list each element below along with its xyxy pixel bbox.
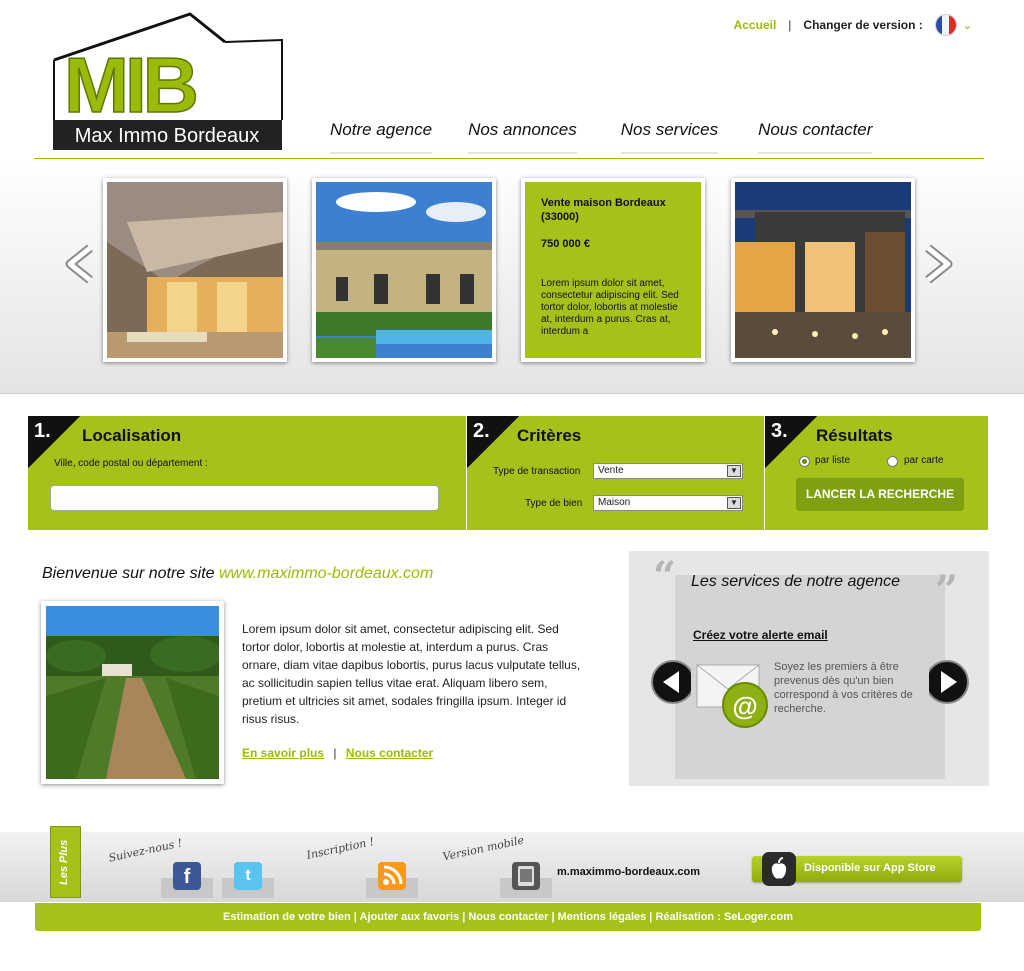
par-liste-label: par liste	[815, 455, 851, 466]
chevron-down-icon[interactable]: ⌄	[963, 19, 972, 32]
property-thumb-featured[interactable]: Vente maison Bordeaux (33000) 750 000 € …	[521, 178, 705, 362]
logo-name: Max Immo Bordeaux	[75, 125, 260, 147]
email-alert-title[interactable]: Créez votre alerte email	[693, 628, 828, 642]
vineyard-image	[41, 601, 224, 784]
property-photo-2	[316, 182, 492, 358]
rss-icon[interactable]	[378, 862, 406, 890]
top-bar: Accueil | Changer de version : ⌄	[734, 14, 972, 36]
par-carte-label: par carte	[904, 455, 944, 466]
welcome-text: Lorem ipsum dolor sit amet, consectetur …	[242, 622, 581, 726]
featured-property-card: Vente maison Bordeaux (33000) 750 000 € …	[525, 182, 701, 358]
site-logo[interactable]: MIB Max Immo Bordeaux	[50, 12, 285, 152]
property-photo-4	[735, 182, 911, 358]
flag-fr-icon[interactable]	[934, 14, 957, 36]
link-separator: |	[333, 746, 337, 760]
twitter-icon[interactable]: t	[234, 862, 262, 890]
search-resultats: 3. Résultats par liste par carte LANCER …	[765, 416, 988, 530]
bien-select[interactable]: Maison ▼	[593, 495, 743, 511]
welcome-title: Bienvenue sur notre site www.maximmo-bor…	[42, 565, 434, 582]
email-alert-description: Soyez les premiers à être prevenus dès q…	[774, 661, 913, 715]
main-nav: Notre agence Nos annonces Nos services N…	[330, 120, 873, 154]
logo-mark: MIB Max Immo Bordeaux	[53, 12, 283, 150]
appstore-label: Disponible sur App Store	[804, 862, 936, 874]
radio-par-liste[interactable]	[799, 456, 810, 467]
footer-links[interactable]: Estimation de votre bien | Ajouter aux f…	[35, 903, 981, 931]
apple-icon	[762, 852, 796, 886]
topbar-separator: |	[788, 18, 792, 32]
services-panel: “ ” Les services de notre agence Créez v…	[629, 551, 989, 786]
facebook-icon[interactable]: f	[173, 862, 201, 890]
featured-title: Vente maison Bordeaux (33000)	[541, 197, 666, 223]
featured-price: 750 000 €	[541, 238, 590, 250]
resultats-title: Résultats	[816, 426, 893, 445]
nav-item-contact[interactable]: Nous contacter	[758, 120, 873, 154]
transaction-value: Vente	[598, 465, 624, 476]
mobile-icon[interactable]	[512, 862, 540, 890]
localisation-input[interactable]	[50, 485, 439, 511]
arrow-right-icon[interactable]	[924, 244, 956, 284]
welcome-links: En savoir plus | Nous contacter	[242, 746, 433, 760]
les-plus-tab: Les Plus	[50, 826, 81, 898]
nav-item-annonces[interactable]: Nos annonces	[468, 120, 577, 154]
chevron-down-icon: ▼	[727, 465, 741, 477]
arrow-right-icon[interactable]	[929, 659, 971, 705]
nav-divider	[34, 158, 984, 159]
email-icon: @	[696, 664, 768, 728]
bien-value: Maison	[598, 497, 631, 508]
step-number: 2.	[467, 416, 519, 468]
radio-par-carte[interactable]	[887, 456, 898, 467]
version-label: Changer de version :	[803, 18, 923, 32]
vineyard-photo	[46, 606, 222, 779]
search-criteres: 2. Critères Type de transaction Vente ▼ …	[467, 416, 764, 530]
les-plus-label: Les Plus	[58, 839, 70, 885]
chevron-down-icon: ▼	[727, 497, 741, 509]
localisation-title: Localisation	[82, 426, 182, 445]
search-localisation: 1. Localisation Ville, code postal ou dé…	[28, 416, 466, 530]
arrow-left-icon[interactable]	[62, 244, 94, 284]
quote-open-icon: “	[653, 553, 677, 600]
criteres-title: Critères	[517, 426, 582, 445]
featured-description: Lorem ipsum dolor sit amet, consectetur …	[541, 278, 679, 337]
quote-close-icon: ”	[935, 567, 959, 614]
property-thumb-1[interactable]	[103, 178, 287, 362]
learn-more-link[interactable]: En savoir plus	[242, 746, 324, 760]
logo-letters: MIB	[64, 41, 196, 129]
appstore-button[interactable]: Disponible sur App Store	[752, 852, 962, 886]
launch-search-button[interactable]: LANCER LA RECHERCHE	[796, 477, 964, 511]
arrow-left-icon[interactable]	[649, 659, 691, 705]
services-title: Les services de notre agence	[691, 573, 901, 590]
localisation-label: Ville, code postal ou département :	[54, 458, 208, 469]
transaction-select[interactable]: Vente ▼	[593, 463, 743, 479]
bien-label: Type de bien	[525, 498, 583, 509]
property-thumb-4[interactable]	[731, 178, 915, 362]
nav-item-services[interactable]: Nos services	[620, 120, 719, 154]
svg-text:@: @	[732, 691, 757, 721]
nav-item-agence[interactable]: Notre agence	[330, 120, 433, 154]
home-link[interactable]: Accueil	[734, 18, 777, 32]
welcome-url[interactable]: www.maximmo-bordeaux.com	[219, 565, 433, 582]
property-thumb-2[interactable]	[312, 178, 496, 362]
property-photo-1	[107, 182, 283, 358]
contact-link[interactable]: Nous contacter	[346, 746, 433, 760]
mobile-url[interactable]: m.maximmo-bordeaux.com	[557, 866, 700, 878]
transaction-label: Type de transaction	[493, 466, 581, 477]
